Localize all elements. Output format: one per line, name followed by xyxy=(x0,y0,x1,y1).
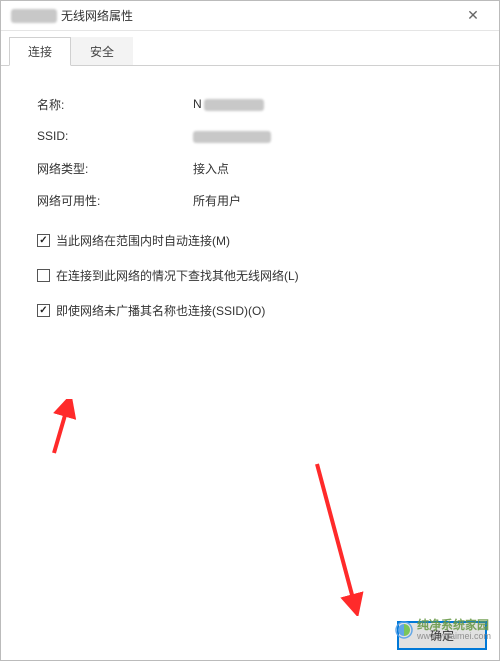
title-redacted xyxy=(11,9,57,23)
ok-button[interactable]: 确定 xyxy=(397,621,487,650)
tab-content: 名称: N SSID: 网络类型: 接入点 网络可用性: 所有用户 当此网络在范… xyxy=(1,66,499,613)
row-name: 名称: N xyxy=(37,94,471,114)
name-label: 名称: xyxy=(37,96,193,113)
button-bar: 确定 xyxy=(1,613,499,660)
tab-strip: 连接 安全 xyxy=(1,31,499,66)
dialog-window: 无线网络属性 ✕ 连接 安全 名称: N SSID: 网络类型: 接入点 xyxy=(0,0,500,661)
checkbox-connect-hidden-ssid[interactable]: 即使网络未广播其名称也连接(SSID)(O) xyxy=(37,302,471,319)
close-button[interactable]: ✕ xyxy=(453,2,493,30)
ssid-redacted xyxy=(193,131,271,143)
checkbox-icon xyxy=(37,269,50,282)
titlebar: 无线网络属性 ✕ xyxy=(1,1,499,31)
button-label: 确定 xyxy=(430,629,454,643)
checkbox-label: 在连接到此网络的情况下查找其他无线网络(L) xyxy=(56,267,299,284)
close-icon: ✕ xyxy=(467,7,479,24)
name-value: N xyxy=(193,97,264,111)
window-title: 无线网络属性 xyxy=(61,7,453,24)
network-type-label: 网络类型: xyxy=(37,160,193,177)
tab-security[interactable]: 安全 xyxy=(71,37,133,65)
name-prefix: N xyxy=(193,97,202,111)
availability-label: 网络可用性: xyxy=(37,192,193,209)
availability-value: 所有用户 xyxy=(193,192,241,209)
tab-connection[interactable]: 连接 xyxy=(9,37,71,66)
checkbox-find-other-networks[interactable]: 在连接到此网络的情况下查找其他无线网络(L) xyxy=(37,267,471,284)
checkbox-icon xyxy=(37,234,50,247)
tab-label: 连接 xyxy=(28,45,52,59)
row-availability: 网络可用性: 所有用户 xyxy=(37,190,471,210)
row-ssid: SSID: xyxy=(37,126,471,146)
ssid-label: SSID: xyxy=(37,129,193,143)
name-redacted xyxy=(204,99,264,111)
checkbox-label: 即使网络未广播其名称也连接(SSID)(O) xyxy=(56,302,265,319)
tab-label: 安全 xyxy=(90,45,114,59)
network-type-value: 接入点 xyxy=(193,160,229,177)
checkbox-label: 当此网络在范围内时自动连接(M) xyxy=(56,232,230,249)
checkbox-icon xyxy=(37,304,50,317)
checkbox-section: 当此网络在范围内时自动连接(M) 在连接到此网络的情况下查找其他无线网络(L) … xyxy=(37,232,471,319)
checkbox-auto-connect[interactable]: 当此网络在范围内时自动连接(M) xyxy=(37,232,471,249)
ssid-value xyxy=(193,129,271,143)
row-network-type: 网络类型: 接入点 xyxy=(37,158,471,178)
